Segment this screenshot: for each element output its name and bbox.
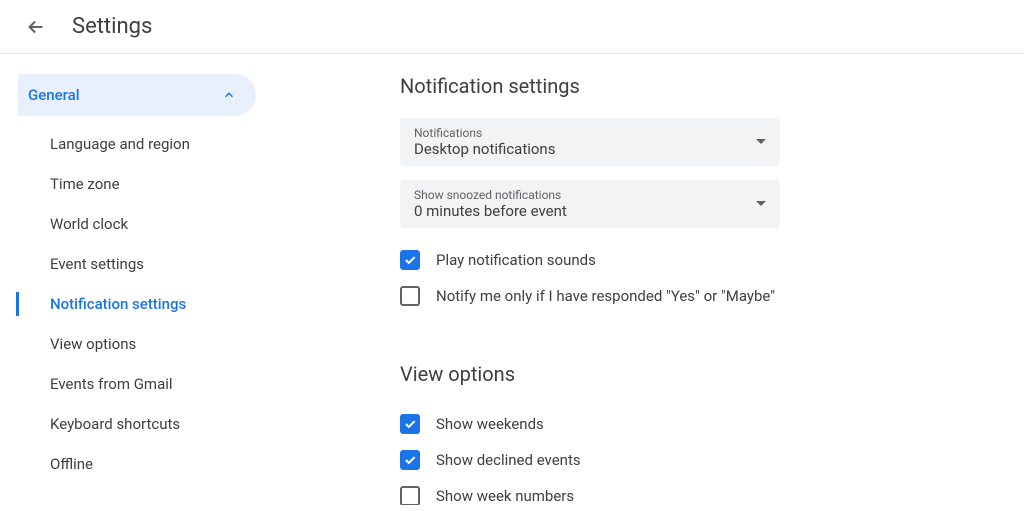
checkbox-unchecked — [400, 486, 420, 505]
arrow-left-icon — [25, 16, 47, 38]
back-button[interactable] — [24, 15, 48, 39]
sidebar-item-offline[interactable]: Offline — [36, 444, 280, 484]
chevron-up-icon — [222, 88, 236, 102]
sidebar-item-keyboard-shortcuts[interactable]: Keyboard shortcuts — [36, 404, 280, 444]
sidebar-item-notification-settings[interactable]: Notification settings — [36, 284, 280, 324]
caret-down-icon — [756, 201, 766, 207]
play-sounds-checkbox-row[interactable]: Play notification sounds — [400, 242, 984, 278]
sidebar-item-events-from-gmail[interactable]: Events from Gmail — [36, 364, 280, 404]
dropdown-text: Show snoozed notifications 0 minutes bef… — [414, 188, 567, 220]
show-weekends-checkbox-row[interactable]: Show weekends — [400, 406, 984, 442]
content-area: General Language and region Time zone Wo… — [0, 54, 1024, 505]
sidebar-item-label: Events from Gmail — [50, 375, 173, 393]
notifications-dropdown[interactable]: Notifications Desktop notifications — [400, 118, 780, 166]
checkbox-checked — [400, 414, 420, 434]
sidebar-item-language-and-region[interactable]: Language and region — [36, 124, 280, 164]
dropdown-value: Desktop notifications — [414, 140, 555, 158]
page-title: Settings — [72, 14, 152, 39]
show-declined-checkbox-row[interactable]: Show declined events — [400, 442, 984, 478]
sidebar-item-label: Language and region — [50, 135, 190, 153]
view-options-section: View options Show weekends Show declined… — [400, 362, 984, 505]
sidebar-item-time-zone[interactable]: Time zone — [36, 164, 280, 204]
checkbox-label: Notify me only if I have responded "Yes"… — [436, 287, 775, 305]
main-panel: Notification settings Notifications Desk… — [280, 54, 1024, 505]
sidebar-item-world-clock[interactable]: World clock — [36, 204, 280, 244]
sidebar-item-label: Keyboard shortcuts — [50, 415, 180, 433]
sidebar-item-label: Event settings — [50, 255, 144, 273]
dropdown-value: 0 minutes before event — [414, 202, 567, 220]
sidebar-item-label: Notification settings — [50, 295, 186, 313]
settings-sidebar: General Language and region Time zone Wo… — [0, 54, 280, 505]
checkbox-label: Play notification sounds — [436, 251, 596, 269]
sidebar-item-label: Time zone — [50, 175, 120, 193]
sidebar-items: Language and region Time zone World cloc… — [18, 116, 280, 484]
checkbox-label: Show week numbers — [436, 487, 574, 505]
snoozed-notifications-dropdown[interactable]: Show snoozed notifications 0 minutes bef… — [400, 180, 780, 228]
section-title: View options — [400, 362, 984, 386]
check-icon — [403, 253, 417, 267]
sidebar-category-general[interactable]: General — [18, 74, 256, 116]
show-week-numbers-checkbox-row[interactable]: Show week numbers — [400, 478, 984, 505]
notify-responded-checkbox-row[interactable]: Notify me only if I have responded "Yes"… — [400, 278, 984, 314]
notification-settings-section: Notification settings Notifications Desk… — [400, 74, 984, 314]
checkbox-label: Show weekends — [436, 415, 544, 433]
dropdown-label: Notifications — [414, 126, 555, 140]
checkbox-checked — [400, 250, 420, 270]
checkbox-checked — [400, 450, 420, 470]
sidebar-item-label: View options — [50, 335, 136, 353]
caret-down-icon — [756, 139, 766, 145]
sidebar-category-label: General — [28, 86, 80, 104]
checkbox-label: Show declined events — [436, 451, 581, 469]
sidebar-item-label: Offline — [50, 455, 93, 473]
check-icon — [403, 417, 417, 431]
sidebar-item-event-settings[interactable]: Event settings — [36, 244, 280, 284]
sidebar-item-label: World clock — [50, 215, 128, 233]
dropdown-label: Show snoozed notifications — [414, 188, 567, 202]
check-icon — [403, 453, 417, 467]
checkbox-unchecked — [400, 286, 420, 306]
settings-header: Settings — [0, 0, 1024, 54]
dropdown-text: Notifications Desktop notifications — [414, 126, 555, 158]
sidebar-item-view-options[interactable]: View options — [36, 324, 280, 364]
section-title: Notification settings — [400, 74, 984, 98]
